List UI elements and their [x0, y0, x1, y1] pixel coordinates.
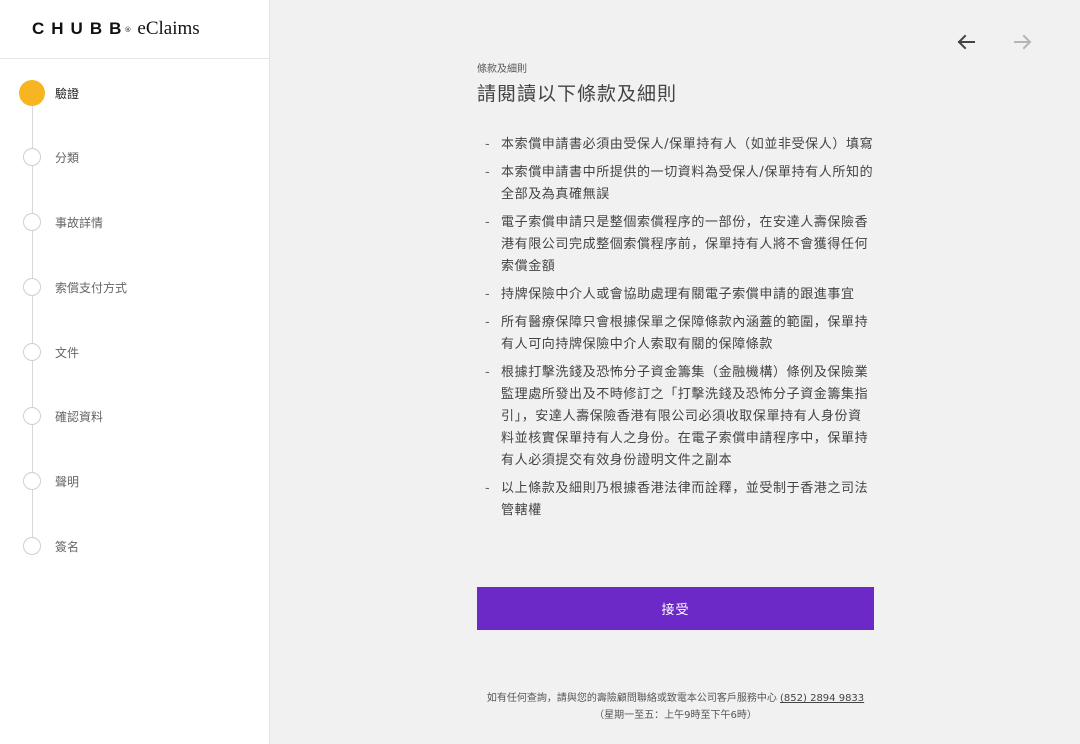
terms-list-item: 持牌保險中介人或會協助處理有關電子索償申請的跟進事宜: [485, 284, 874, 306]
terms-list-item: 電子索償申請只是整個索償程序的一部份，在安達人壽保險香港有限公司完成整個索償程序…: [485, 212, 874, 278]
step-indicator-icon: [23, 407, 41, 425]
terms-list-item: 根據打擊洗錢及恐怖分子資金籌集（金融機構）條例及保險業監理處所發出及不時修訂之「…: [485, 362, 874, 472]
step-indicator-icon: [23, 472, 41, 490]
step-indicator-icon: [23, 278, 41, 296]
step-category[interactable]: 分類: [0, 137, 270, 177]
sidebar: CHUBB ® eClaims 驗證 分類 事故詳情 索償支付方式 文件 確認資料: [0, 0, 270, 744]
contact-text: 如有任何查詢，請與您的壽險顧問聯絡或致電本公司客戶服務中心: [486, 693, 781, 704]
contact-line: 如有任何查詢，請與您的壽險顧問聯絡或致電本公司客戶服務中心 (852) 2894…: [477, 690, 874, 707]
contact-footer: 如有任何查詢，請與您的壽險顧問聯絡或致電本公司客戶服務中心 (852) 2894…: [477, 690, 874, 724]
step-indicator-icon: [23, 148, 41, 166]
step-label: 索償支付方式: [55, 280, 128, 295]
step-confirm-details[interactable]: 確認資料: [0, 396, 270, 436]
step-label: 驗證: [55, 86, 80, 101]
brand-product: eClaims: [137, 18, 200, 39]
terms-list-item: 以上條款及細則乃根據香港法律而詮釋，並受制于香港之司法管轄權: [485, 478, 874, 522]
terms-list-item: 本索償申請書必須由受保人/保單持有人（如並非受保人）填寫: [485, 134, 874, 156]
brand-name: CHUBB: [32, 19, 129, 38]
section-overline: 條款及細則: [477, 64, 527, 75]
accept-button[interactable]: 接受: [477, 587, 874, 630]
step-indicator-icon: [19, 80, 45, 106]
forward-button[interactable]: [1011, 30, 1035, 54]
step-label: 文件: [55, 345, 80, 360]
terms-list: 本索償申請書必須由受保人/保單持有人（如並非受保人）填寫 本索償申請書中所提供的…: [477, 134, 874, 522]
service-hours: （星期一至五：上午9時至下午6時）: [594, 710, 757, 721]
main-content: 條款及細則 請閱讀以下條款及細則 本索償申請書必須由受保人/保單持有人（如並非受…: [477, 60, 874, 528]
step-label: 確認資料: [55, 409, 104, 424]
step-label: 聲明: [55, 474, 80, 489]
step-indicator-icon: [23, 343, 41, 361]
arrow-right-icon: [1014, 34, 1032, 50]
step-declaration[interactable]: 聲明: [0, 461, 270, 501]
step-payment-method[interactable]: 索償支付方式: [0, 267, 270, 307]
step-documents[interactable]: 文件: [0, 332, 270, 372]
step-label: 事故詳情: [55, 215, 104, 230]
registered-mark: ®: [124, 26, 132, 34]
step-signature[interactable]: 簽名: [0, 526, 270, 566]
back-button[interactable]: [954, 30, 978, 54]
step-incident-details[interactable]: 事故詳情: [0, 202, 270, 242]
terms-list-item: 所有醫療保障只會根據保單之保障條款內涵蓋的範圍，保單持有人可向持牌保險中介人索取…: [485, 312, 874, 356]
step-indicator-icon: [23, 213, 41, 231]
step-verification[interactable]: 驗證: [0, 73, 270, 113]
step-label: 簽名: [55, 539, 80, 554]
phone-link[interactable]: (852) 2894 9833: [780, 693, 864, 704]
arrow-left-icon: [957, 34, 975, 50]
brand-logo[interactable]: CHUBB ® eClaims: [0, 0, 269, 59]
page-title: 請閱讀以下條款及細則: [477, 83, 678, 105]
step-indicator-icon: [23, 537, 41, 555]
step-label: 分類: [55, 150, 80, 165]
terms-list-item: 本索償申請書中所提供的一切資料為受保人/保單持有人所知的全部及為真確無誤: [485, 162, 874, 206]
